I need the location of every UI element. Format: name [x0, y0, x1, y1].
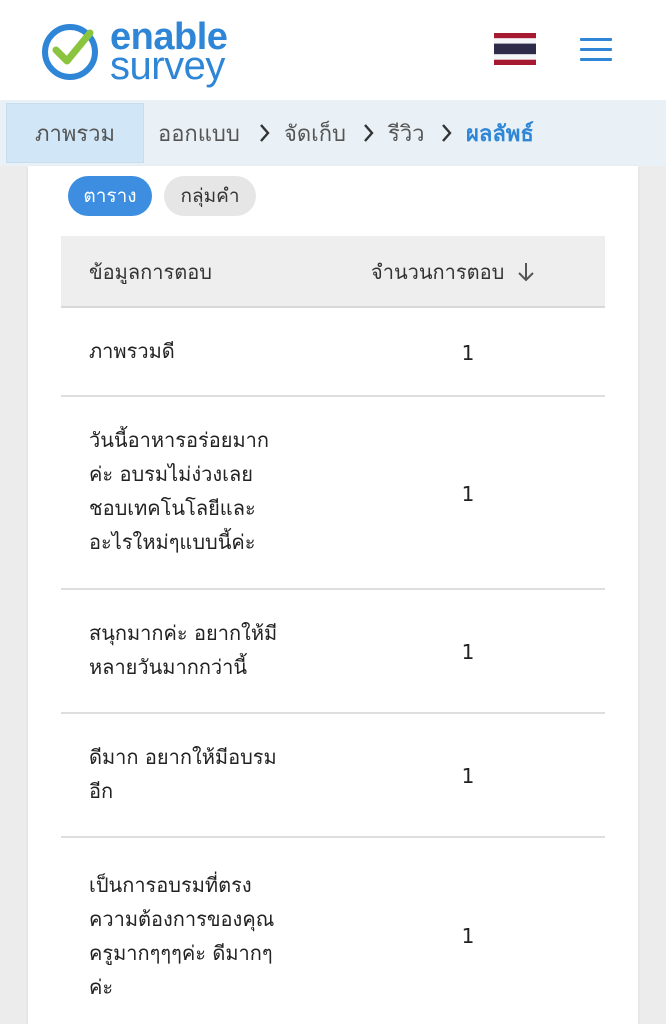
results-card: ตาราง กลุ่มคำ ข้อมูลการตอบ จำนวนการตอบ ภ… — [28, 166, 638, 1024]
table-row: เป็นการอบรมที่ตรง ความต้องการของคุณ ครูม… — [61, 838, 605, 1024]
table-row: ภาพรวมดี 1 — [61, 308, 605, 397]
response-text: ดีมาก อยากให้มีอบรม อีก — [89, 740, 319, 808]
breadcrumb: ภาพรวม ออกแบบ จัดเก็บ รีวิว ผลลัพธ์ — [0, 100, 666, 166]
chevron-right-icon — [442, 124, 452, 142]
breadcrumb-design[interactable]: ออกแบบ — [158, 100, 240, 166]
response-line: ค่ะ อบรมไม่ง่วงเลย — [89, 462, 253, 486]
breadcrumb-collect-label: จัดเก็บ — [284, 121, 346, 147]
arrow-down-icon[interactable] — [516, 261, 536, 283]
response-line: ชอบเทคโนโลยีและ — [89, 496, 256, 520]
response-line: หลายวันมากกว่านี้ — [89, 655, 248, 679]
checkmark-logo-icon — [42, 24, 98, 80]
response-count: 1 — [461, 482, 475, 506]
enable-survey-logo[interactable]: enable survey — [40, 18, 240, 88]
table-row: ดีมาก อยากให้มีอบรม อีก 1 — [61, 714, 605, 838]
logo-text-survey: survey — [110, 44, 225, 88]
breadcrumb-results-label: ผลลัพธ์ — [466, 121, 534, 147]
response-line: ความต้องการของคุณ — [89, 907, 275, 931]
column-header-response[interactable]: ข้อมูลการตอบ — [89, 236, 212, 308]
table-view-button[interactable]: ตาราง — [68, 176, 152, 216]
table-header: ข้อมูลการตอบ จำนวนการตอบ — [61, 236, 605, 308]
response-count: 1 — [461, 764, 475, 788]
column-header-count[interactable]: จำนวนการตอบ — [371, 236, 536, 308]
table-row: สนุกมากค่ะ อยากให้มี หลายวันมากกว่านี้ 1 — [61, 590, 605, 714]
column-header-count-label: จำนวนการตอบ — [371, 260, 505, 284]
response-text: ภาพรวมดี — [89, 334, 319, 368]
breadcrumb-review[interactable]: รีวิว — [388, 100, 425, 166]
response-line: อีก — [89, 779, 114, 803]
breadcrumb-design-label: ออกแบบ — [158, 121, 240, 147]
thailand-flag-icon[interactable] — [494, 33, 536, 65]
breadcrumb-overview-label: ภาพรวม — [34, 121, 116, 147]
response-line: เป็นการอบรมที่ตรง — [89, 873, 252, 897]
response-count: 1 — [461, 341, 475, 365]
response-line: วันนี้อาหารอร่อยมาก — [89, 428, 269, 452]
response-line: ค่ะ — [89, 975, 114, 999]
breadcrumb-overview[interactable]: ภาพรวม — [6, 103, 144, 163]
app-header: enable survey — [0, 0, 666, 100]
response-text: สนุกมากค่ะ อยากให้มี หลายวันมากกว่านี้ — [89, 616, 319, 684]
chevron-right-icon — [364, 124, 374, 142]
chevron-right-icon — [260, 124, 270, 142]
table-row: วันนี้อาหารอร่อยมาก ค่ะ อบรมไม่ง่วงเลย ช… — [61, 397, 605, 590]
response-count: 1 — [461, 924, 475, 948]
breadcrumb-review-label: รีวิว — [388, 121, 425, 147]
response-text: วันนี้อาหารอร่อยมาก ค่ะ อบรมไม่ง่วงเลย ช… — [89, 423, 319, 559]
hamburger-menu-icon[interactable] — [580, 36, 614, 64]
response-line: อะไรใหม่ๆแบบนี้ค่ะ — [89, 530, 256, 554]
response-count: 1 — [461, 640, 475, 664]
response-line: ดีมาก อยากให้มีอบรม — [89, 745, 277, 769]
response-line: ครูมากๆๆๆค่ะ ดีมากๆ — [89, 941, 273, 965]
breadcrumb-collect[interactable]: จัดเก็บ — [284, 100, 346, 166]
wordcloud-view-button[interactable]: กลุ่มคำ — [164, 176, 256, 216]
response-line: สนุกมากค่ะ อยากให้มี — [89, 621, 278, 645]
breadcrumb-results[interactable]: ผลลัพธ์ — [466, 100, 534, 166]
response-text: เป็นการอบรมที่ตรง ความต้องการของคุณ ครูม… — [89, 868, 319, 1004]
response-line: ภาพรวมดี — [89, 339, 175, 363]
